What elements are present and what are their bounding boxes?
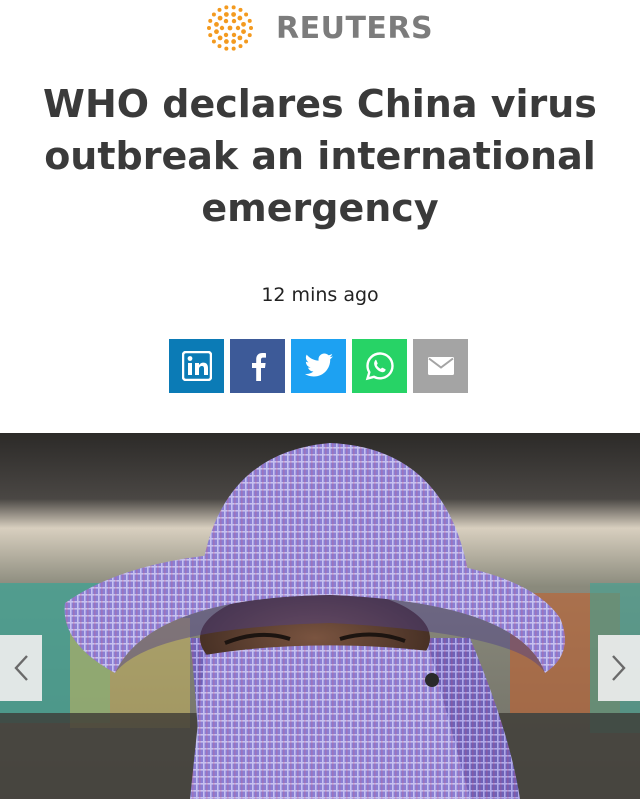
gallery-prev-button[interactable] <box>0 635 42 701</box>
share-bar <box>169 339 468 393</box>
email-icon <box>427 357 454 375</box>
chevron-right-icon <box>612 655 626 681</box>
twitter-icon <box>304 353 333 377</box>
gallery-next-button[interactable] <box>598 635 640 701</box>
share-email-button[interactable] <box>413 339 468 393</box>
reuters-logo[interactable]: REUTERS <box>200 0 440 56</box>
headline-line: WHO declares China virus <box>43 82 597 126</box>
photo-image <box>0 433 640 799</box>
share-whatsapp-button[interactable] <box>352 339 407 393</box>
share-twitter-button[interactable] <box>291 339 346 393</box>
whatsapp-icon <box>365 352 394 381</box>
reuters-dot-logo-icon <box>207 5 253 51</box>
brand-name: REUTERS <box>276 10 434 46</box>
article-page: REUTERS WHO declares China virus outbrea… <box>0 0 640 799</box>
chevron-left-icon <box>14 655 28 681</box>
linkedin-icon <box>181 351 212 381</box>
share-linkedin-button[interactable] <box>169 339 224 393</box>
headline-line: emergency <box>201 186 439 230</box>
article-photo <box>0 433 640 799</box>
article-headline: WHO declares China virus outbreak an int… <box>0 78 640 234</box>
article-timestamp: 12 mins ago <box>261 284 379 306</box>
share-facebook-button[interactable] <box>230 339 285 393</box>
headline-line: outbreak an international <box>44 134 596 178</box>
facebook-icon <box>251 353 266 381</box>
